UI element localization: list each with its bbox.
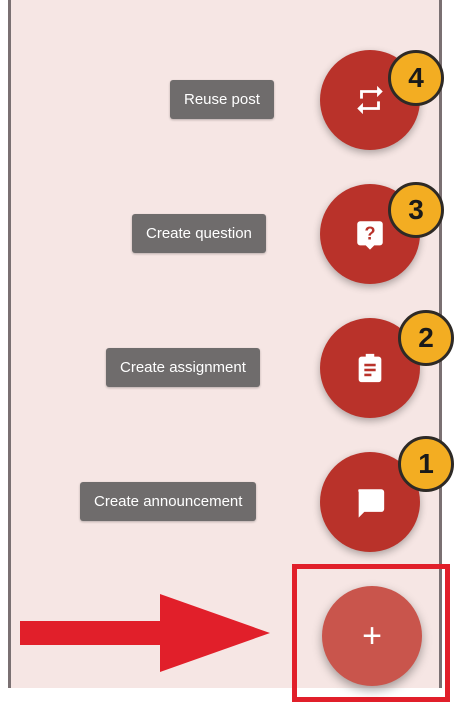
reuse-post-label[interactable]: Reuse post — [170, 80, 274, 119]
create-assignment-label[interactable]: Create assignment — [106, 348, 260, 387]
step-badge-2: 2 — [398, 310, 454, 366]
add-button[interactable]: + — [322, 586, 422, 686]
question-icon: ? — [357, 221, 383, 250]
repeat-icon — [357, 85, 383, 115]
create-question-label[interactable]: Create question — [132, 214, 266, 253]
create-announcement-label[interactable]: Create announcement — [80, 482, 257, 521]
chat-bubble-icon — [358, 489, 385, 518]
step-badge-4: 4 — [388, 50, 444, 106]
step-badge-1: 1 — [398, 436, 454, 492]
plus-icon: + — [362, 616, 382, 655]
pointer-arrow — [20, 594, 270, 672]
clipboard-icon — [358, 353, 382, 383]
svg-text:?: ? — [364, 223, 375, 244]
step-badge-3: 3 — [388, 182, 444, 238]
